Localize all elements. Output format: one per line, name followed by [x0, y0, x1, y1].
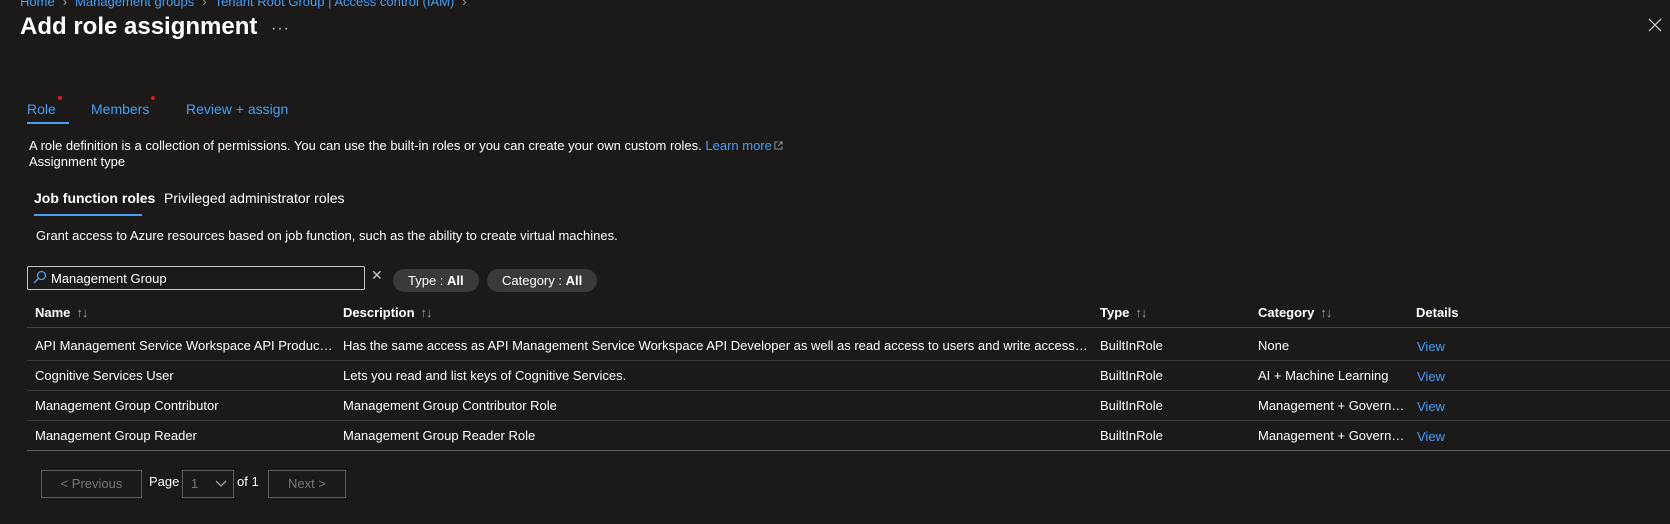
- column-header-type-label: Type: [1100, 305, 1130, 320]
- page-select[interactable]: 1: [182, 470, 234, 498]
- learn-more-label: Learn more: [705, 138, 772, 153]
- page-count-label: of 1: [237, 474, 259, 489]
- clear-search-button[interactable]: ✕: [371, 267, 383, 284]
- type-filter-value: All: [447, 273, 464, 288]
- tab-job-function-roles[interactable]: Job function roles: [34, 190, 155, 206]
- type-filter-label: Type :: [408, 273, 448, 288]
- table-row[interactable]: Management Group Reader Management Group…: [27, 420, 1670, 451]
- role-category: Management + Governance: [1258, 428, 1406, 443]
- next-page-button[interactable]: Next >: [268, 470, 346, 498]
- required-indicator: [58, 96, 62, 100]
- column-header-type[interactable]: Type ↑↓: [1100, 305, 1147, 320]
- role-type: BuiltInRole: [1100, 368, 1163, 383]
- table-header-divider: [27, 327, 1670, 328]
- tab-members[interactable]: Members: [91, 96, 155, 117]
- role-description-cell: Management Group Contributor Role: [343, 398, 557, 413]
- breadcrumb-management-groups[interactable]: Management groups: [75, 0, 194, 9]
- learn-more-link[interactable]: Learn more: [705, 138, 783, 153]
- close-icon: [1648, 18, 1662, 32]
- sort-icon: ↑↓: [1320, 305, 1332, 320]
- assignment-type-label: Assignment type: [29, 154, 126, 169]
- sort-icon: ↑↓: [1135, 305, 1147, 320]
- role-name: API Management Service Workspace API Pro…: [35, 338, 335, 353]
- grant-description: Grant access to Azure resources based on…: [36, 228, 618, 243]
- more-options-button[interactable]: ···: [271, 20, 290, 38]
- category-filter-label: Category :: [502, 273, 566, 288]
- type-filter-pill[interactable]: Type : All: [393, 269, 479, 292]
- column-header-description[interactable]: Description ↑↓: [343, 305, 433, 320]
- tab-privileged-administrator-roles[interactable]: Privileged administrator roles: [164, 190, 345, 206]
- role-category: AI + Machine Learning: [1258, 368, 1389, 383]
- role-type: BuiltInRole: [1100, 338, 1163, 353]
- sort-icon: ↑↓: [420, 305, 433, 320]
- table-row[interactable]: API Management Service Workspace API Pro…: [27, 330, 1670, 361]
- role-description: A role definition is a collection of per…: [29, 138, 783, 153]
- tab-role[interactable]: Role: [27, 96, 62, 117]
- tab-review-assign-label: Review + assign: [186, 101, 289, 117]
- breadcrumb-home[interactable]: Home: [20, 0, 55, 9]
- chevron-right-icon: ›: [202, 0, 207, 9]
- external-link-icon: [774, 141, 783, 150]
- role-category: None: [1258, 338, 1290, 353]
- role-type: BuiltInRole: [1100, 398, 1163, 413]
- table-row[interactable]: Cognitive Services User Lets you read an…: [27, 360, 1670, 391]
- view-details-link[interactable]: View: [1417, 369, 1445, 384]
- page-select-value: 1: [191, 476, 199, 491]
- column-header-details: Details: [1416, 305, 1459, 320]
- search-input[interactable]: [51, 267, 351, 289]
- role-name: Management Group Reader: [35, 428, 197, 443]
- role-description-text: A role definition is a collection of per…: [29, 138, 702, 153]
- active-subtab-indicator: [34, 214, 142, 216]
- chevron-right-icon: ›: [462, 0, 467, 9]
- view-details-link[interactable]: View: [1417, 339, 1445, 354]
- role-description-cell: Lets you read and list keys of Cognitive…: [343, 368, 627, 383]
- page-label: Page: [149, 474, 180, 489]
- sort-icon: ↑↓: [76, 305, 88, 320]
- role-name: Cognitive Services User: [35, 368, 174, 383]
- role-category: Management + Governance: [1258, 398, 1406, 413]
- tab-members-label: Members: [91, 101, 150, 117]
- view-details-link[interactable]: View: [1417, 399, 1445, 414]
- column-header-category-label: Category: [1258, 305, 1315, 320]
- view-details-link[interactable]: View: [1417, 429, 1445, 444]
- column-header-description-label: Description: [343, 305, 415, 320]
- breadcrumb: Home › Management groups › Tenant Root Group…: [20, 0, 475, 9]
- tab-review-assign[interactable]: Review + assign: [186, 101, 288, 117]
- tab-role-label: Role: [27, 101, 56, 117]
- role-type: BuiltInRole: [1100, 428, 1163, 443]
- page-title: Add role assignment: [20, 13, 258, 40]
- category-filter-value: All: [565, 273, 583, 288]
- search-icon: [33, 270, 47, 284]
- role-description-cell: Management Group Reader Role: [343, 428, 536, 443]
- required-indicator: [151, 96, 155, 100]
- chevron-down-icon: [215, 480, 227, 487]
- active-tab-indicator: [27, 122, 69, 124]
- role-description-cell: Has the same access as API Management Se…: [343, 338, 1089, 353]
- column-header-name-label: Name: [35, 305, 71, 320]
- column-header-category[interactable]: Category ↑↓: [1258, 305, 1332, 320]
- close-button[interactable]: [1648, 18, 1662, 32]
- category-filter-pill[interactable]: Category : All: [487, 269, 598, 292]
- table-row[interactable]: Management Group Contributor Management …: [27, 390, 1670, 421]
- role-name: Management Group Contributor: [35, 398, 219, 413]
- search-box: [27, 266, 365, 290]
- column-header-name[interactable]: Name ↑↓: [35, 305, 88, 320]
- breadcrumb-tenant-root[interactable]: Tenant Root Group | Access control (IAM): [215, 0, 455, 9]
- chevron-right-icon: ›: [62, 0, 68, 9]
- previous-page-button[interactable]: < Previous: [41, 470, 142, 498]
